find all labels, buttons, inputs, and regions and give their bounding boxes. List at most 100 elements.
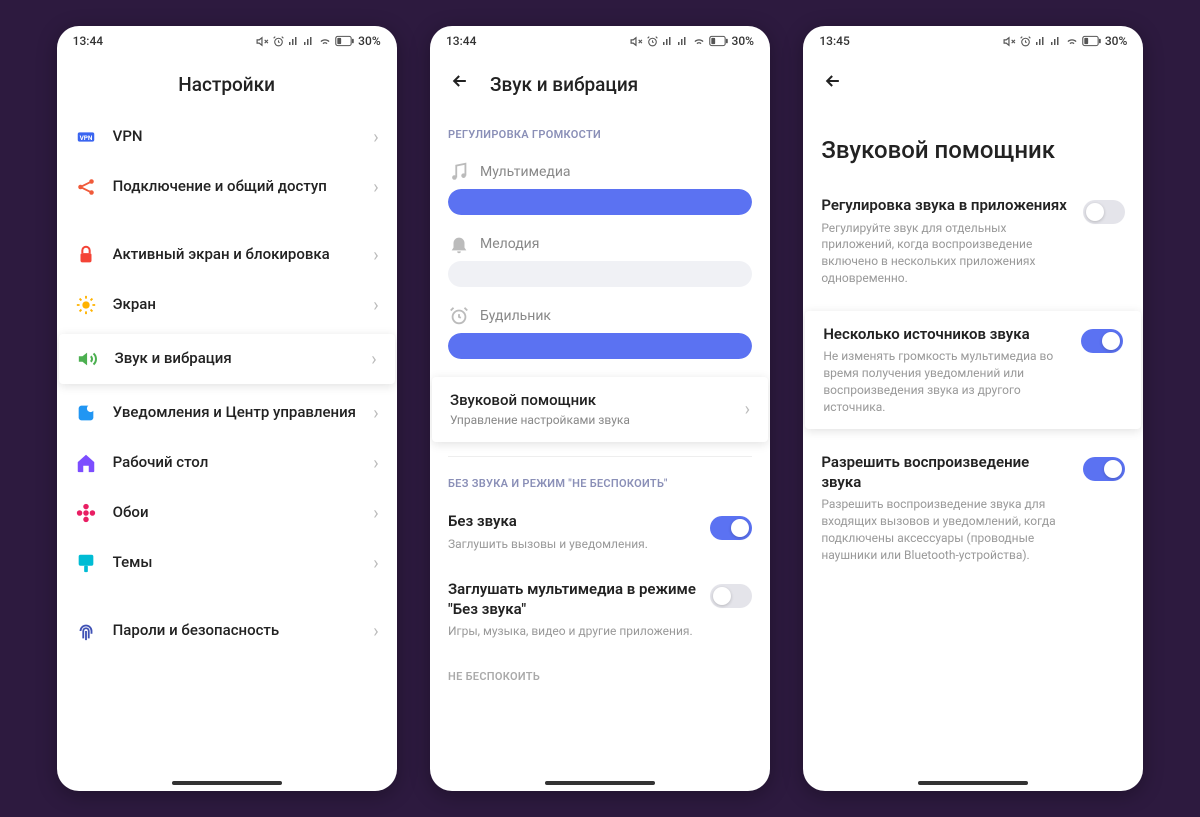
fingerprint-icon bbox=[75, 620, 97, 642]
chevron-right-icon: › bbox=[373, 453, 378, 474]
page-title: Настройки bbox=[178, 73, 275, 96]
chevron-right-icon: › bbox=[745, 399, 750, 420]
volume-label: Мультимедиа bbox=[480, 164, 571, 180]
settings-list[interactable]: VPN VPN › Подключение и общий доступ › А… bbox=[57, 112, 397, 791]
flower-icon bbox=[75, 502, 97, 524]
header bbox=[803, 56, 1143, 112]
item-label: Рабочий стол bbox=[113, 453, 358, 473]
item-label: Уведомления и Центр управления bbox=[113, 403, 358, 423]
toggle-switch[interactable] bbox=[1083, 457, 1125, 481]
brush-icon bbox=[75, 552, 97, 574]
chevron-right-icon: › bbox=[373, 403, 378, 424]
back-button[interactable] bbox=[819, 67, 847, 101]
toggle-text: Несколько источников звука Не изменять г… bbox=[823, 325, 1067, 416]
settings-item[interactable]: VPN VPN › bbox=[57, 112, 397, 162]
signal-icon bbox=[288, 35, 300, 47]
item-label: Звук и вибрация bbox=[115, 349, 356, 369]
battery-pct: 30% bbox=[732, 34, 754, 48]
svg-text:VPN: VPN bbox=[79, 134, 92, 142]
mute-icon bbox=[256, 35, 269, 48]
toggle-row[interactable]: Заглушать мультимедиа в режиме "Без звук… bbox=[430, 566, 770, 654]
battery-icon bbox=[1082, 35, 1102, 47]
home-indicator[interactable] bbox=[918, 781, 1028, 785]
settings-item-sound[interactable]: Звук и вибрация › bbox=[59, 334, 395, 384]
page-title: Звук и вибрация bbox=[490, 73, 638, 96]
separator bbox=[57, 588, 397, 606]
alarm-icon bbox=[448, 305, 470, 327]
toggle-row[interactable]: Без звука Заглушить вызовы и уведомления… bbox=[430, 498, 770, 566]
statusbar: 13:44 30% bbox=[430, 26, 770, 56]
phone-settings: 13:44 30% Настройки VPN VPN › Подключени… bbox=[57, 26, 397, 791]
chevron-right-icon: › bbox=[373, 503, 378, 524]
settings-item[interactable]: Подключение и общий доступ › bbox=[57, 162, 397, 212]
volume-slider[interactable] bbox=[448, 261, 752, 287]
settings-item[interactable]: Активный экран и блокировка › bbox=[57, 230, 397, 280]
bell-icon bbox=[448, 233, 470, 255]
chevron-right-icon: › bbox=[373, 553, 378, 574]
settings-item[interactable]: Темы › bbox=[57, 538, 397, 588]
volume-slider[interactable] bbox=[448, 333, 752, 359]
sound-assistant-item[interactable]: Звуковой помощник Управление настройками… bbox=[432, 377, 768, 442]
signal-icon-2 bbox=[1050, 35, 1062, 47]
item-label: Экран bbox=[113, 295, 358, 315]
chevron-right-icon: › bbox=[373, 621, 378, 642]
status-icons: 30% bbox=[630, 34, 754, 48]
lock-icon bbox=[75, 244, 97, 266]
statusbar: 13:44 30% bbox=[57, 26, 397, 56]
back-button[interactable] bbox=[446, 67, 474, 101]
mute-icon bbox=[630, 35, 643, 48]
alarm-icon bbox=[646, 35, 659, 48]
alarm-icon bbox=[272, 35, 285, 48]
sun-icon bbox=[75, 294, 97, 316]
settings-item[interactable]: Обои › bbox=[57, 488, 397, 538]
sound-icon bbox=[77, 348, 99, 370]
volume-slider[interactable] bbox=[448, 189, 752, 215]
clock: 13:45 bbox=[819, 34, 849, 48]
volume-label: Мелодия bbox=[480, 236, 539, 252]
toggle-switch[interactable] bbox=[1081, 329, 1123, 353]
phone-assistant: 13:45 30% Звуковой помощник Регулировка … bbox=[803, 26, 1143, 791]
battery-pct: 30% bbox=[358, 34, 380, 48]
signal-icon-2 bbox=[303, 35, 315, 47]
volume-row: Мультимедиа bbox=[430, 149, 770, 221]
item-label: Активный экран и блокировка bbox=[113, 245, 358, 265]
toggle-row[interactable]: Несколько источников звука Не изменять г… bbox=[805, 311, 1141, 430]
settings-item[interactable]: Пароли и безопасность › bbox=[57, 606, 397, 656]
status-icons: 30% bbox=[256, 34, 380, 48]
item-label: Обои bbox=[113, 503, 358, 523]
toggle-switch[interactable] bbox=[1083, 200, 1125, 224]
signal-icon-2 bbox=[677, 35, 689, 47]
settings-item[interactable]: Уведомления и Центр управления › bbox=[57, 388, 397, 438]
chevron-right-icon: › bbox=[373, 295, 378, 316]
header: Звук и вибрация bbox=[430, 56, 770, 112]
assistant-content[interactable]: Звуковой помощник Регулировка звука в пр… bbox=[803, 112, 1143, 791]
chevron-right-icon: › bbox=[373, 127, 378, 148]
toggle-row[interactable]: Регулировка звука в приложениях Регулиру… bbox=[803, 182, 1143, 301]
item-label: Темы bbox=[113, 553, 358, 573]
item-label: VPN bbox=[113, 127, 358, 147]
clock: 13:44 bbox=[73, 34, 103, 48]
separator bbox=[57, 212, 397, 230]
battery-pct: 30% bbox=[1105, 34, 1127, 48]
notif-icon bbox=[75, 402, 97, 424]
vpn-icon: VPN bbox=[75, 126, 97, 148]
assistant-text: Звуковой помощник Управление настройками… bbox=[450, 391, 729, 428]
section-silent-label: БЕЗ ЗВУКА И РЕЖИМ "НЕ БЕСПОКОИТЬ" bbox=[430, 461, 770, 498]
toggle-switch[interactable] bbox=[710, 516, 752, 540]
toggle-row[interactable]: Разрешить воспроизведение звука Разрешит… bbox=[803, 439, 1143, 577]
chevron-right-icon: › bbox=[373, 177, 378, 198]
settings-item[interactable]: Экран › bbox=[57, 280, 397, 330]
home-indicator[interactable] bbox=[172, 781, 282, 785]
signal-icon bbox=[1035, 35, 1047, 47]
home-indicator[interactable] bbox=[545, 781, 655, 785]
section-volume-label: РЕГУЛИРОВКА ГРОМКОСТИ bbox=[430, 112, 770, 149]
toggle-text: Разрешить воспроизведение звука Разрешит… bbox=[821, 453, 1069, 563]
item-label: Пароли и безопасность bbox=[113, 621, 358, 641]
chevron-right-icon: › bbox=[373, 245, 378, 266]
toggle-switch[interactable] bbox=[710, 584, 752, 608]
settings-item[interactable]: Рабочий стол › bbox=[57, 438, 397, 488]
wifi-icon bbox=[692, 34, 706, 48]
share-icon bbox=[75, 176, 97, 198]
sound-content[interactable]: РЕГУЛИРОВКА ГРОМКОСТИ Мультимедиа Мелоди… bbox=[430, 112, 770, 791]
page-title: Звуковой помощник bbox=[803, 112, 1143, 182]
